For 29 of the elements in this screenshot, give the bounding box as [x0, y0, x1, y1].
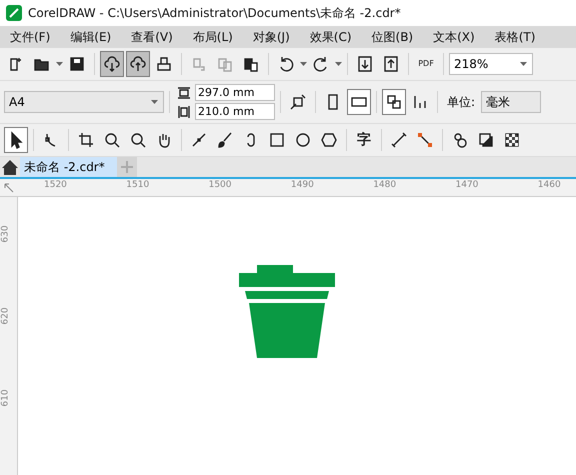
ruler-label: 1460: [538, 180, 561, 190]
ruler-label: 1500: [208, 180, 232, 190]
unit-label: 单位:: [447, 94, 476, 110]
ruler-label: 1480: [373, 180, 396, 190]
menu-item[interactable]: 查看(V): [121, 28, 183, 46]
menu-item[interactable]: 对象(J): [242, 28, 300, 46]
ruler-label: 1470: [456, 180, 478, 190]
menu-item[interactable]: 文本(X): [423, 28, 485, 46]
menu-item[interactable]: 表格(T): [484, 28, 546, 46]
ruler-label: 1490: [290, 180, 314, 190]
document-tab[interactable]: 未命名 -2.cdr*: [20, 157, 117, 177]
menu-item[interactable]: 效果(C): [300, 28, 362, 46]
height-field[interactable]: 210.0 mm: [195, 103, 275, 120]
zoom-combo[interactable]: 218%: [449, 53, 533, 75]
ruler-label: 1520: [44, 180, 67, 190]
ruler-label: 1510: [126, 180, 150, 190]
menu-item[interactable]: 编辑(E): [60, 28, 122, 46]
window-title: CorelDRAW - C:\Users\Administrator\Documents\未命名 -2.cdr*: [28, 4, 401, 22]
tool-button[interactable]: 字: [352, 127, 376, 153]
menu-item[interactable]: 文件(F): [0, 28, 60, 46]
width-field[interactable]: 297.0 mm: [195, 84, 275, 101]
ruler-label: 630: [1, 225, 11, 243]
menu-item[interactable]: 位图(B): [362, 28, 424, 46]
page-size-combo[interactable]: A4: [4, 91, 164, 113]
pdf-button[interactable]: PDF: [414, 51, 438, 77]
menu-item[interactable]: 布局(L): [182, 28, 243, 46]
ruler-label: 610: [1, 389, 11, 407]
ruler-label: 620: [1, 307, 11, 325]
unit-combo[interactable]: 毫米: [481, 91, 542, 113]
